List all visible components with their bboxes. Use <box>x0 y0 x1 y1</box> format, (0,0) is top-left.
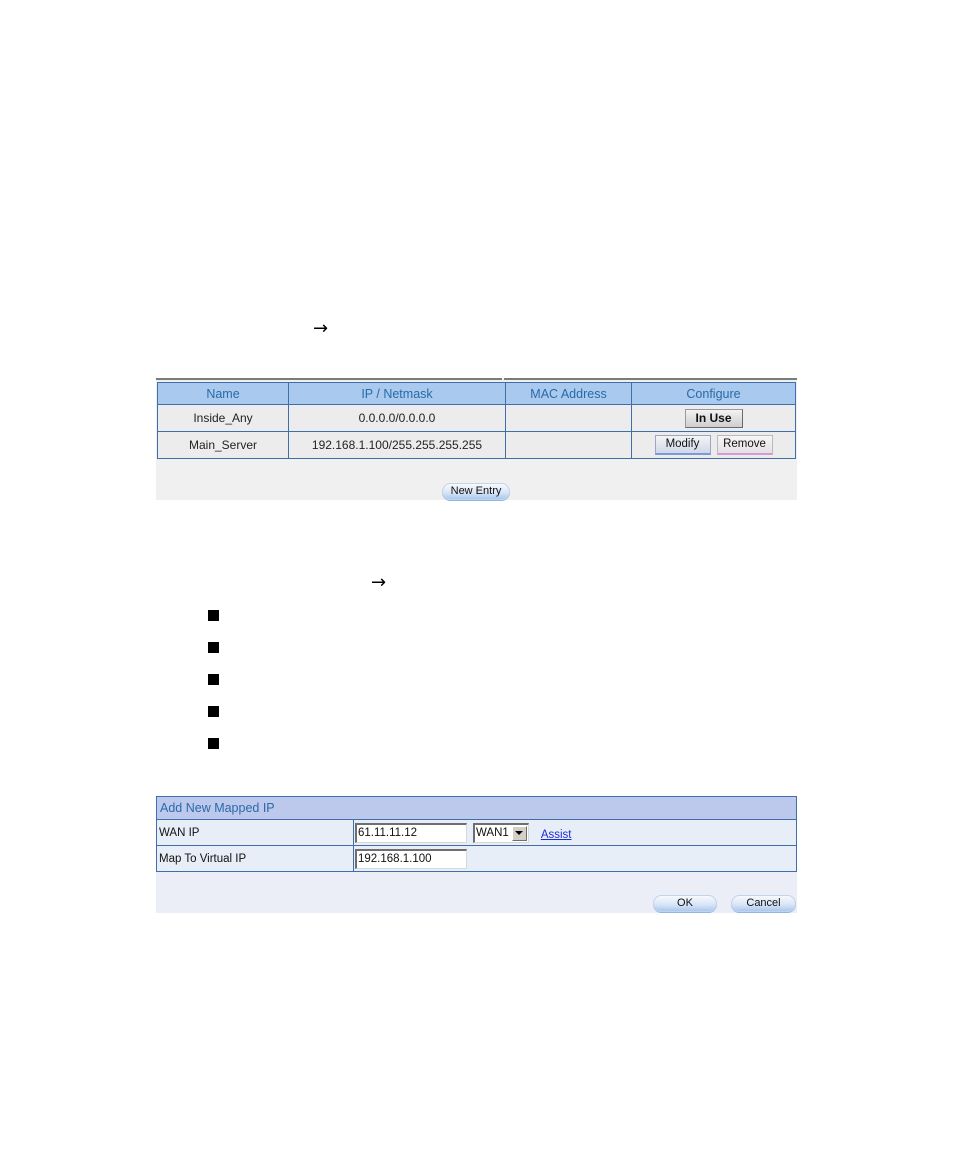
wan-interface-select[interactable]: WAN1 <box>473 822 529 843</box>
wan-interface-selected: WAN1 <box>476 827 509 839</box>
modify-button[interactable]: Modify <box>654 435 711 455</box>
wan-ip-label: WAN IP <box>156 819 354 846</box>
form-row-wan-ip: WAN IP 61.11.11.12 WAN1 Assist <box>156 819 797 846</box>
wan-ip-input[interactable]: 61.11.11.12 <box>355 822 467 843</box>
table-row: Main_Server 192.168.1.100/255.255.255.25… <box>157 431 796 459</box>
right-arrow-icon: → <box>371 572 387 593</box>
form-title: Add New Mapped IP <box>156 796 797 820</box>
cell-ip-netmask: 0.0.0.0/0.0.0.0 <box>288 404 506 432</box>
ok-button[interactable]: OK <box>653 895 717 912</box>
cell-ip-netmask: 192.168.1.100/255.255.255.255 <box>288 431 506 459</box>
remove-button[interactable]: Remove <box>716 435 773 455</box>
table-header-row: Name IP / Netmask MAC Address Configure <box>157 382 796 405</box>
cell-mac-address <box>505 404 632 432</box>
right-arrow-icon: → <box>313 318 329 339</box>
cell-mac-address <box>505 431 632 459</box>
form-row-map-to-virtual-ip: Map To Virtual IP 192.168.1.100 <box>156 845 797 872</box>
map-to-virtual-ip-label: Map To Virtual IP <box>156 845 354 872</box>
column-header-name: Name <box>157 382 289 405</box>
virtual-ip-input[interactable]: 192.168.1.100 <box>355 848 467 869</box>
address-table: Name IP / Netmask MAC Address Configure … <box>157 382 796 459</box>
square-bullet-icon <box>208 610 219 621</box>
cell-name: Main_Server <box>157 431 289 459</box>
divider <box>156 378 502 380</box>
cancel-button[interactable]: Cancel <box>731 895 796 912</box>
chevron-down-icon[interactable] <box>511 825 527 841</box>
add-mapped-ip-panel: Add New Mapped IP WAN IP 61.11.11.12 WAN1… <box>156 796 797 913</box>
cell-configure: Modify Remove <box>631 431 796 459</box>
column-header-ip-netmask: IP / Netmask <box>288 382 506 405</box>
assist-link[interactable]: Assist <box>541 829 572 841</box>
column-header-configure: Configure <box>631 382 796 405</box>
square-bullet-icon <box>208 706 219 717</box>
new-entry-button[interactable]: New Entry <box>442 483 510 500</box>
square-bullet-icon <box>208 674 219 685</box>
add-mapped-ip-form: Add New Mapped IP WAN IP 61.11.11.12 WAN1… <box>156 796 797 872</box>
column-header-mac-address: MAC Address <box>505 382 632 405</box>
in-use-button[interactable]: In Use <box>684 408 743 428</box>
address-table-panel: Name IP / Netmask MAC Address Configure … <box>156 378 797 500</box>
divider <box>504 378 797 380</box>
cell-configure: In Use <box>631 404 796 432</box>
square-bullet-icon <box>208 642 219 653</box>
square-bullet-icon <box>208 738 219 749</box>
cell-name: Inside_Any <box>157 404 289 432</box>
table-row: Inside_Any 0.0.0.0/0.0.0.0 In Use <box>157 404 796 432</box>
